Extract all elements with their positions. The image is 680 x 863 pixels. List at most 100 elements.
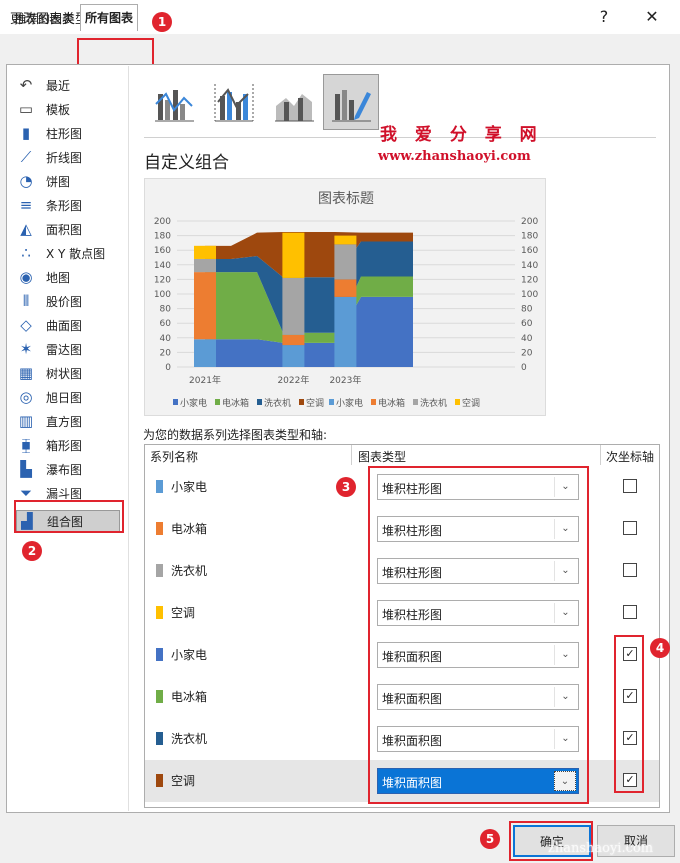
secondary-axis-checkbox[interactable] [623, 521, 637, 535]
histogram-icon: ▥ [18, 412, 34, 430]
sidebar-item-label: 曲面图 [46, 318, 83, 333]
column-segment [282, 277, 305, 335]
y-tick-label: 80 [160, 305, 172, 315]
y-tick-label: 100 [154, 290, 171, 300]
series-name: 洗衣机 [171, 732, 208, 746]
sidebar-item-14[interactable]: ▥ 直方图 [16, 410, 126, 432]
y2-tick-label: 0 [521, 363, 527, 373]
sidebar-item-label: 面积图 [46, 222, 83, 237]
sidebar-item-label: 瀑布图 [46, 462, 83, 477]
sidebar-item-3[interactable]: ⟋ 折线图 [16, 146, 126, 168]
legend-label: 空调 [306, 397, 324, 409]
column-segment [194, 339, 216, 367]
legend-label: 小家电 [180, 397, 207, 409]
y2-tick-label: 60 [521, 319, 533, 329]
column-segment [194, 245, 216, 259]
subtype-area-column[interactable] [266, 74, 322, 130]
sidebar-item-13[interactable]: ◎ 旭日图 [16, 386, 126, 408]
map-chart-icon: ◉ [19, 268, 33, 286]
sidebar-item-11[interactable]: ✶ 雷达图 [16, 338, 126, 360]
series-color-swatch [156, 564, 163, 577]
y2-tick-label: 200 [521, 217, 538, 227]
secondary-axis-checkbox[interactable] [623, 605, 637, 619]
waterfall-icon: ▙ [20, 460, 32, 478]
chart-title: 图表标题 [318, 191, 374, 207]
combo-heading: 自定义组合 [144, 153, 229, 173]
sidebar-item-12[interactable]: ▦ 树状图 [16, 362, 126, 384]
scatter-chart-icon: ∴ [21, 244, 31, 262]
series-name: 电冰箱 [171, 522, 208, 536]
help-button[interactable]: ? [584, 2, 624, 32]
combo-column-line-axis-icon [214, 84, 254, 122]
sidebar-item-0[interactable]: ↶ 最近 [16, 74, 126, 96]
sidebar-item-6[interactable]: ◭ 面积图 [16, 218, 126, 240]
y-tick-label: 140 [154, 261, 171, 271]
tab-recommended[interactable]: 推荐的图表 [10, 8, 78, 30]
treemap-icon: ▦ [18, 364, 34, 382]
series-name: 空调 [171, 774, 196, 788]
sidebar-item-4[interactable]: ◔ 饼图 [16, 170, 126, 192]
badge-5: 5 [480, 829, 500, 849]
column-segment [334, 244, 357, 280]
sidebar-item-16[interactable]: ▙ 瀑布图 [16, 458, 126, 480]
legend-label: 洗衣机 [420, 397, 447, 409]
column-segment [194, 258, 216, 273]
series-color-swatch [156, 522, 163, 535]
sidebar-item-10[interactable]: ◇ 曲面图 [16, 314, 126, 336]
sidebar-item-5[interactable]: ≡ 条形图 [16, 194, 126, 216]
legend-swatch [257, 399, 262, 405]
watermark-url: www.zhanshaoyi.com [378, 149, 531, 164]
sidebar-item-1[interactable]: ▭ 模板 [16, 98, 126, 120]
sidebar-item-label: 柱形图 [46, 126, 83, 141]
sidebar-item-label: X Y 散点图 [46, 246, 106, 261]
series-color-swatch [156, 774, 163, 787]
sidebar-item-9[interactable]: ⦀ 股价图 [16, 290, 126, 312]
sidebar-item-label: 最近 [46, 78, 71, 93]
highlight-box-3 [368, 466, 589, 804]
sidebar-item-label: 股价图 [46, 294, 83, 309]
series-name: 空调 [171, 606, 196, 620]
series-color-swatch [156, 606, 163, 619]
sidebar-item-label: 饼图 [46, 174, 71, 189]
stock-chart-icon: ⦀ [22, 292, 30, 310]
sidebar-item-2[interactable]: ▮ 柱形图 [16, 122, 126, 144]
y-tick-label: 120 [154, 275, 171, 285]
subtype-custom-combo[interactable] [323, 74, 379, 130]
highlight-box-4 [614, 635, 644, 793]
badge-4: 4 [650, 638, 670, 658]
line-chart-icon: ⟋ [20, 148, 32, 166]
subtype-clustered-column-line[interactable] [146, 74, 202, 130]
legend-label: 小家电 [336, 397, 363, 409]
sidebar-item-label: 直方图 [46, 414, 83, 429]
secondary-axis-checkbox[interactable] [623, 563, 637, 577]
sidebar-item-15[interactable]: ⧯ 箱形图 [16, 434, 126, 456]
col-header-secondary: 次坐标轴 [606, 450, 655, 464]
sidebar-item-label: 条形图 [46, 198, 83, 213]
legend-swatch [329, 399, 334, 405]
sidebar-item-label: 漏斗图 [46, 486, 83, 501]
column-segment [334, 279, 357, 297]
series-color-swatch [156, 690, 163, 703]
series-name: 小家电 [171, 480, 208, 494]
sunburst-icon: ◎ [19, 388, 33, 406]
close-button[interactable]: ✕ [632, 2, 672, 32]
subtype-column-line-secondary[interactable] [206, 74, 262, 130]
y2-tick-label: 80 [521, 305, 533, 315]
secondary-axis-checkbox[interactable] [623, 479, 637, 493]
legend-label: 空调 [462, 397, 480, 409]
col-divider-2 [600, 445, 601, 465]
sidebar-item-label: 旭日图 [46, 390, 83, 405]
col-header-series: 系列名称 [150, 450, 199, 464]
chart-preview: 图表标题 200 200 180 180 160 160 140 140 120 120 100 100… [144, 178, 546, 416]
y2-tick-label: 40 [521, 334, 533, 344]
legend-label: 电冰箱 [222, 397, 249, 409]
tab-all-charts[interactable]: 所有图表 [80, 4, 139, 31]
y2-tick-label: 120 [521, 275, 538, 285]
sidebar-item-8[interactable]: ◉ 地图 [16, 266, 126, 288]
col-divider-1 [351, 445, 352, 465]
series-name: 洗衣机 [171, 564, 208, 578]
badge-3: 3 [336, 477, 356, 497]
badge-2: 2 [22, 541, 42, 561]
box-whisker-icon: ⧯ [21, 436, 31, 454]
sidebar-item-7[interactable]: ∴ X Y 散点图 [16, 242, 126, 264]
